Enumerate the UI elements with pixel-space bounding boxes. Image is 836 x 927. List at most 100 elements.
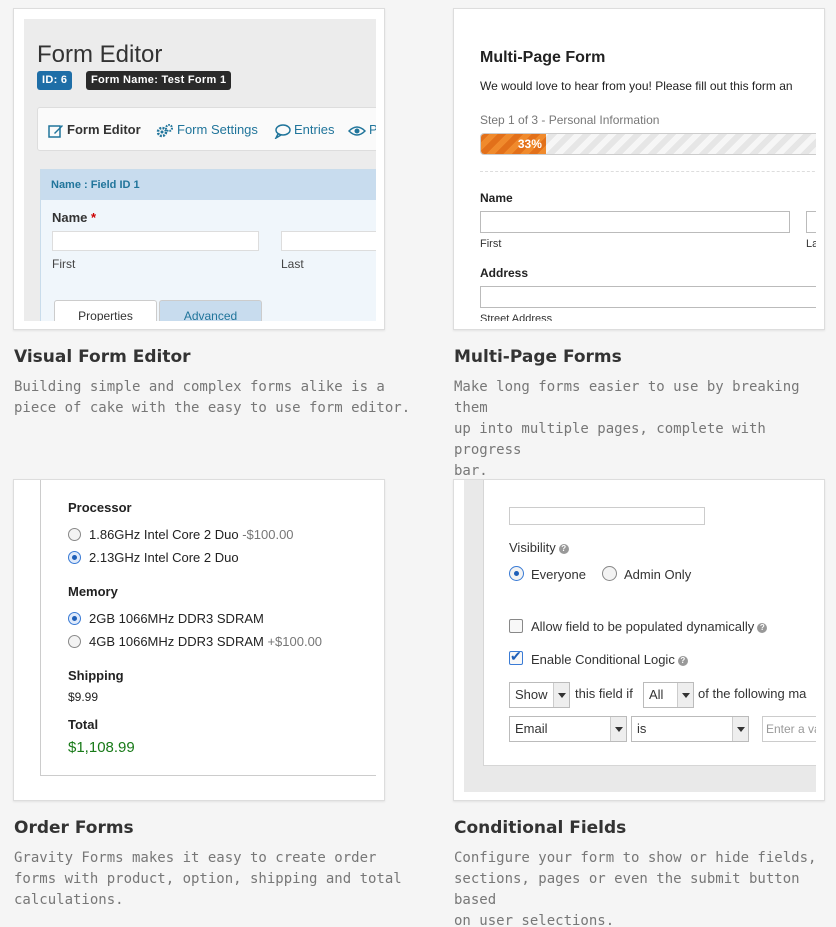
help-icon[interactable]: ? [558, 544, 569, 554]
action-select[interactable]: Show [509, 682, 570, 708]
toolbar-entries[interactable]: Entries [274, 108, 334, 152]
memory-label: Memory [68, 584, 118, 599]
visibility-everyone-radio[interactable] [509, 566, 524, 581]
chevron-down-icon [553, 683, 569, 707]
action-select-value: Show [515, 687, 548, 702]
processor-label: Processor [68, 500, 132, 515]
processor-option-1[interactable]: 1.86GHz Intel Core 2 Duo -$100.00 [68, 527, 294, 542]
toolbar-form-editor-label: Form Editor [67, 122, 141, 137]
street-address-input[interactable] [480, 286, 816, 308]
required-asterisk: * [91, 210, 97, 225]
option-price: +$100.00 [267, 634, 323, 649]
first-sublabel: First [52, 257, 76, 271]
radio-button[interactable] [68, 528, 81, 541]
option-label: 2GB 1066MHz DDR3 SDRAM [89, 611, 264, 626]
multi-page-forms-screenshot: Multi-Page Form We would love to hear fr… [453, 8, 825, 330]
feature-desc-multi-page-forms: Make long forms easier to use by breakin… [454, 377, 836, 482]
last-sublabel: La [806, 238, 816, 250]
form-editor-title: Form Editor [37, 41, 163, 68]
step-indicator: Step 1 of 3 - Personal Information [480, 113, 660, 127]
visibility-everyone-label: Everyone [531, 567, 586, 582]
desc-line: forms with product, option, shipping and… [14, 871, 402, 887]
rule-field-value: Email [515, 721, 548, 736]
order-form-preview: Processor 1.86GHz Intel Core 2 Duo -$100… [24, 480, 376, 792]
allow-dynamic-checkbox[interactable] [509, 619, 523, 633]
chevron-down-icon [610, 717, 626, 741]
memory-option-1[interactable]: 2GB 1066MHz DDR3 SDRAM [68, 611, 264, 626]
gears-icon [156, 123, 173, 137]
feature-desc-conditional-fields: Configure your form to show or hide fiel… [454, 848, 836, 927]
speech-bubble-icon [274, 123, 291, 140]
first-name-input[interactable] [480, 211, 790, 233]
radio-button[interactable] [68, 635, 81, 648]
feature-title-multi-page-forms: Multi-Page Forms [454, 347, 622, 367]
progress-bar: 33% [480, 133, 816, 155]
name-field-label-text: Name [52, 210, 88, 225]
processor-option-2[interactable]: 2.13GHz Intel Core 2 Duo [68, 550, 239, 565]
radio-button-selected[interactable] [68, 612, 81, 625]
multi-page-form-preview: Multi-Page Form We would love to hear fr… [464, 19, 816, 321]
desc-line: Configure your form to show or hide fiel… [454, 850, 817, 866]
memory-option-2[interactable]: 4GB 1066MHz DDR3 SDRAM +$100.00 [68, 634, 322, 649]
rule-value-input[interactable]: Enter a valu [762, 716, 816, 742]
desc-line: on user selections. [454, 913, 615, 927]
chevron-down-icon [732, 717, 748, 741]
help-icon[interactable]: ? [677, 656, 688, 666]
visibility-admin-radio[interactable] [602, 566, 617, 581]
tab-properties[interactable]: Properties [54, 300, 157, 321]
order-forms-screenshot: Processor 1.86GHz Intel Core 2 Duo -$100… [13, 479, 385, 801]
chevron-down-icon [677, 683, 693, 707]
enable-conditional-logic-checkbox[interactable] [509, 648, 523, 665]
conditional-fields-screenshot: Visibility? Everyone Admin Only Allow fi… [453, 479, 825, 801]
radio-button-selected[interactable] [68, 551, 81, 564]
feature-desc-visual-form-editor: Building simple and complex forms alike … [14, 377, 410, 419]
address-label: Address [480, 266, 529, 280]
toolbar-preview-label: P [369, 122, 376, 137]
last-name-input[interactable] [281, 231, 376, 251]
total-label: Total [68, 717, 99, 732]
logic-type-select[interactable]: All [643, 682, 694, 708]
first-sublabel: First [480, 238, 502, 250]
feature-desc-order-forms: Gravity Forms makes it easy to create or… [14, 848, 402, 911]
desc-line: piece of cake with the easy to use form … [14, 400, 411, 416]
desc-line: sections, pages or even the submit butto… [454, 871, 800, 908]
toolbar-form-settings[interactable]: Form Settings [156, 108, 258, 152]
multi-page-form-title: Multi-Page Form [480, 49, 606, 66]
form-name-badge: Form Name: Test Form 1 [86, 71, 232, 90]
this-field-if-text: this field if [575, 686, 633, 701]
first-name-input[interactable] [52, 231, 259, 251]
visibility-label-text: Visibility [509, 540, 556, 555]
progress-bar-fill: 33% [481, 134, 546, 154]
form-editor-toolbar: Form Editor Form Settings Entries P [37, 107, 376, 151]
allow-dynamic-label: Allow field to be populated dynamically? [531, 619, 768, 634]
option-label: 2.13GHz Intel Core 2 Duo [89, 550, 239, 565]
desc-line: Make long forms easier to use by breakin… [454, 379, 800, 416]
visibility-label: Visibility? [509, 540, 569, 555]
street-address-sublabel: Street Address [480, 313, 553, 321]
name-label: Name [480, 191, 513, 205]
of-the-following-text: of the following ma [698, 686, 807, 701]
text-input[interactable] [509, 507, 705, 525]
rule-field-select[interactable]: Email [509, 716, 627, 742]
shipping-label: Shipping [68, 668, 124, 683]
help-icon[interactable]: ? [757, 623, 768, 633]
toolbar-preview[interactable]: P [347, 108, 376, 152]
enable-logic-text: Enable Conditional Logic [531, 652, 675, 667]
feature-title-conditional-fields: Conditional Fields [454, 818, 627, 838]
name-field-panel[interactable]: Name : Field ID 1 Name * First Last Prop… [40, 169, 376, 321]
rule-operator-value: is [637, 721, 647, 736]
last-name-input[interactable] [806, 211, 816, 233]
rule-operator-select[interactable]: is [631, 716, 749, 742]
desc-line: up into multiple pages, complete with pr… [454, 421, 766, 458]
toolbar-form-settings-label: Form Settings [177, 122, 258, 137]
feature-title-visual-form-editor: Visual Form Editor [14, 347, 191, 367]
desc-line: Gravity Forms makes it easy to create or… [14, 850, 377, 866]
enable-conditional-logic-label: Enable Conditional Logic? [531, 652, 688, 667]
visibility-admin-label: Admin Only [624, 567, 692, 582]
shipping-value: $9.99 [68, 690, 99, 704]
name-field-label: Name * [52, 210, 96, 225]
tab-advanced[interactable]: Advanced [159, 300, 262, 321]
form-editor-preview: Form Editor ID: 6 Form Name: Test Form 1… [24, 19, 376, 321]
visual-form-editor-screenshot: Form Editor ID: 6 Form Name: Test Form 1… [13, 8, 385, 330]
toolbar-form-editor[interactable]: Form Editor [48, 108, 141, 152]
